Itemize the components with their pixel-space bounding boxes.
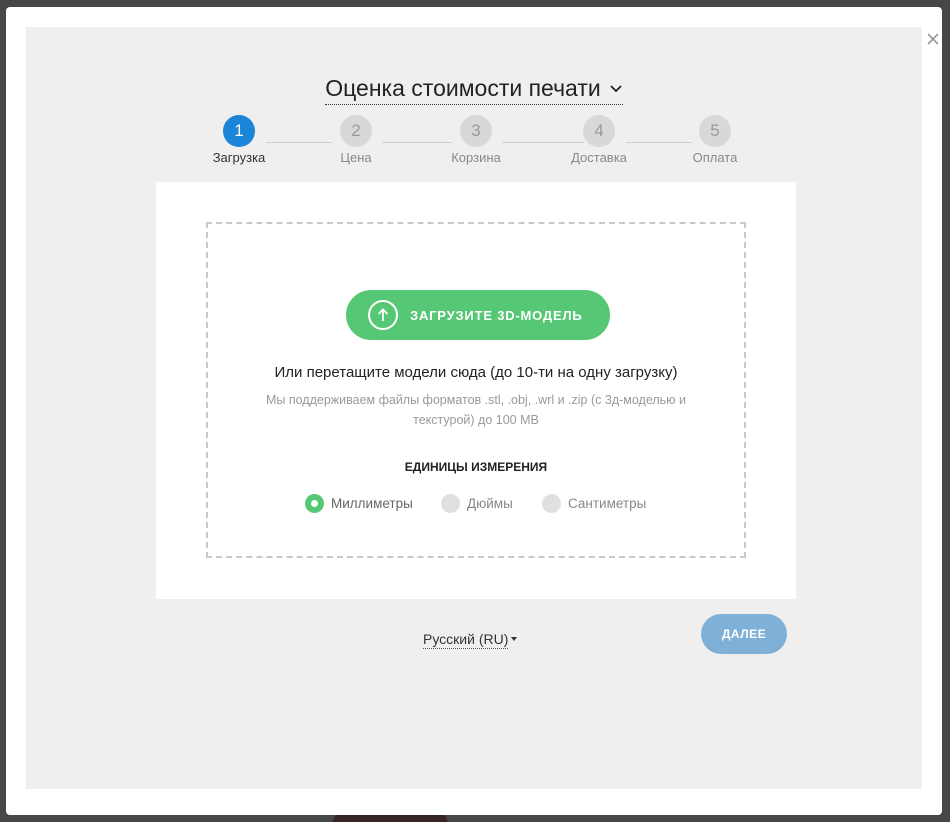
- radio-checked[interactable]: [305, 494, 324, 513]
- upload-arrow-icon: [368, 300, 398, 330]
- language-selector[interactable]: Русский (RU): [423, 631, 518, 649]
- units-heading: ЕДИНИЦЫ ИЗМЕРЕНИЯ: [404, 460, 548, 474]
- upload-card: ЗАГРУЗИТЕ 3D-МОДЕЛЬ Или перетащите модел…: [156, 182, 796, 599]
- step-label: Корзина: [451, 150, 501, 165]
- print-cost-modal: Оценка стоимости печати 1 Загрузка 2 Цен…: [6, 7, 942, 815]
- page-title: Оценка стоимости печати: [325, 75, 601, 101]
- step-number: 1: [223, 115, 255, 147]
- dropzone[interactable]: ЗАГРУЗИТЕ 3D-МОДЕЛЬ Или перетащите модел…: [206, 222, 746, 558]
- page-title-dropdown[interactable]: Оценка стоимости печати: [325, 75, 623, 105]
- radio-unchecked[interactable]: [542, 494, 561, 513]
- step-number: 3: [460, 115, 492, 147]
- unit-label: Сантиметры: [568, 496, 647, 511]
- step-price: 2 Цена: [316, 115, 396, 165]
- next-button[interactable]: ДАЛЕЕ: [701, 614, 787, 654]
- step-upload: 1 Загрузка: [199, 115, 279, 165]
- upload-model-button[interactable]: ЗАГРУЗИТЕ 3D-МОДЕЛЬ: [346, 290, 610, 340]
- close-icon[interactable]: [921, 31, 945, 47]
- radio-unchecked[interactable]: [441, 494, 460, 513]
- caret-down-icon: [511, 637, 518, 641]
- step-payment: 5 Оплата: [675, 115, 755, 165]
- drag-instructions: Или перетащите модели сюда (до 10-ти на …: [274, 364, 678, 381]
- step-number: 4: [583, 115, 615, 147]
- unit-option-centimeters[interactable]: Сантиметры: [542, 494, 646, 513]
- step-number: 2: [340, 115, 372, 147]
- modal-content: Оценка стоимости печати 1 Загрузка 2 Цен…: [26, 27, 922, 789]
- chevron-down-icon: [610, 84, 622, 92]
- unit-label: Дюймы: [467, 496, 513, 511]
- upload-button-label: ЗАГРУЗИТЕ 3D-МОДЕЛЬ: [410, 307, 583, 323]
- step-delivery: 4 Доставка: [559, 115, 639, 165]
- supported-formats-text: Мы поддерживаем файлы форматов .stl, .ob…: [265, 393, 687, 427]
- language-label: Русский (RU): [423, 631, 509, 649]
- unit-label: Миллиметры: [331, 496, 413, 511]
- step-number: 5: [699, 115, 731, 147]
- unit-option-inches[interactable]: Дюймы: [441, 494, 513, 513]
- step-cart: 3 Корзина: [436, 115, 516, 165]
- step-label: Доставка: [571, 150, 627, 165]
- step-label: Цена: [340, 150, 372, 165]
- title-row: Оценка стоимости печати: [26, 75, 922, 105]
- unit-option-millimeters[interactable]: Миллиметры: [305, 494, 413, 513]
- step-label: Оплата: [692, 150, 738, 165]
- step-label: Загрузка: [212, 150, 266, 165]
